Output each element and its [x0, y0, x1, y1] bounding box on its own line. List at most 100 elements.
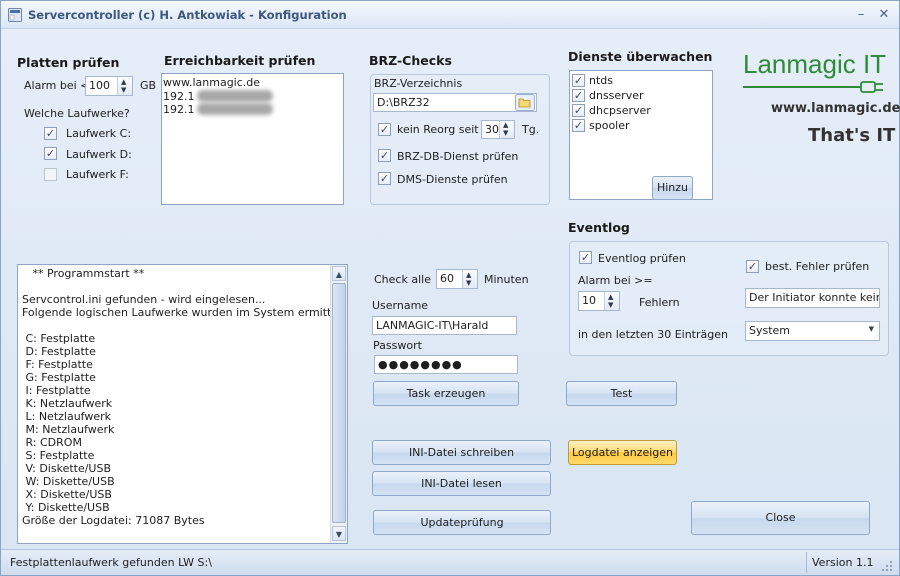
service-checkbox[interactable]: ✓ [572, 104, 585, 117]
write-ini-button[interactable]: INI-Datei schreiben [372, 440, 551, 465]
log-line: C: Festplatte [22, 332, 96, 345]
read-ini-button[interactable]: INI-Datei lesen [372, 471, 551, 496]
drive-d-label: Laufwerk D: [66, 148, 132, 161]
fehler-label: best. Fehler prüfen [765, 260, 870, 273]
event-alarm-label: Alarm bei >= [578, 274, 653, 287]
log-line: Größe der Logdatei: 71087 Bytes [22, 514, 205, 527]
brz-db-checkbox[interactable]: ✓ [378, 149, 391, 162]
brz-heading: BRZ-Checks [369, 53, 452, 68]
close-window-button[interactable]: ✕ [875, 6, 893, 24]
password-field[interactable]: ●●●●●●●● [374, 355, 518, 374]
add-service-button[interactable]: Hinzu [652, 176, 693, 200]
reorg-days-value: 30 [485, 123, 499, 136]
version-text: Version 1.1 [812, 556, 874, 569]
plug-cable-icon [743, 81, 883, 93]
title-bar: Servercontroller (c) H. Antkowiak - Konf… [1, 1, 899, 29]
log-source-select[interactable]: System ▼ [745, 321, 880, 341]
drive-c-checkbox[interactable]: ✓ [44, 127, 57, 140]
fehler-checkbox[interactable]: ✓ [746, 260, 759, 273]
spin-up-icon[interactable]: ▲ [121, 79, 126, 86]
event-alarm-spinner[interactable]: ▲ ▼ [604, 292, 619, 310]
host-item[interactable]: 192.1 [163, 90, 195, 103]
alarm-gb-stepper[interactable]: 100 ▲ ▼ [85, 76, 133, 96]
spin-up-icon[interactable]: ▲ [608, 294, 613, 301]
host-list[interactable]: www.lanmagic.de 192.1 192.1 [161, 73, 344, 205]
resize-grip-icon[interactable] [881, 560, 893, 572]
log-source-value: System [749, 324, 791, 337]
test-button[interactable]: Test [566, 381, 677, 406]
event-last-label: in den letzten 30 Einträgen [578, 328, 728, 341]
scroll-up-icon[interactable]: ▲ [332, 266, 346, 281]
scroll-down-icon[interactable]: ▼ [332, 526, 346, 541]
log-line: X: Diskette/USB [22, 488, 112, 501]
check-label: Check alle [374, 273, 431, 286]
reorg-days-stepper[interactable]: 30 ▲ ▼ [481, 120, 515, 139]
event-alarm-value: 10 [582, 294, 596, 307]
chevron-down-icon[interactable]: ▼ [869, 325, 874, 333]
spin-down-icon[interactable]: ▼ [608, 302, 613, 309]
drive-d-checkbox[interactable]: ✓ [44, 147, 57, 160]
password-value: ●●●●●●●● [378, 358, 463, 371]
username-label: Username [372, 299, 429, 312]
erreichbarkeit-heading: Erreichbarkeit prüfen [164, 53, 316, 68]
brz-dir-value: D:\BRZ32 [377, 96, 430, 109]
service-checkbox[interactable]: ✓ [572, 119, 585, 132]
log-line: L: Netzlaufwerk [22, 410, 112, 423]
check-interval-value: 60 [440, 272, 454, 285]
service-checkbox[interactable]: ✓ [572, 89, 585, 102]
alarm-label: Alarm bei < [24, 79, 90, 92]
spin-up-icon[interactable]: ▲ [503, 122, 508, 129]
log-line: G: Festplatte [22, 371, 96, 384]
redaction-blur [197, 90, 273, 102]
update-check-button[interactable]: Updateprüfung [373, 510, 551, 535]
check-spinner[interactable]: ▲ ▼ [462, 270, 477, 288]
show-logfile-button[interactable]: Logdatei anzeigen [568, 440, 677, 465]
status-text: Festplattenlaufwerk gefunden LW S:\ [10, 556, 212, 569]
create-task-button[interactable]: Task erzeugen [373, 381, 519, 406]
reorg-spinner[interactable]: ▲ ▼ [499, 121, 514, 138]
alarm-gb-spinner[interactable]: ▲ ▼ [117, 77, 132, 95]
eventlog-checkbox[interactable]: ✓ [579, 251, 592, 264]
log-output[interactable]: ** Programmstart ** Servcontrol.ini gefu… [17, 264, 348, 544]
service-item[interactable]: dhcpserver [589, 104, 651, 117]
close-button[interactable]: Close [691, 501, 870, 535]
log-line: Y: Diskette/USB [22, 501, 110, 514]
log-line: D: Festplatte [22, 345, 96, 358]
log-scrollbar[interactable]: ▲ ▼ [330, 265, 347, 543]
spin-down-icon[interactable]: ▼ [503, 130, 508, 137]
event-alarm-stepper[interactable]: 10 ▲ ▼ [578, 291, 620, 311]
username-field[interactable]: LANMAGIC-IT\Harald [372, 316, 517, 335]
reorg-unit: Tg. [522, 123, 540, 136]
platten-heading: Platten prüfen [17, 55, 120, 70]
reorg-checkbox[interactable]: ✓ [378, 123, 391, 136]
minimize-button[interactable]: – [852, 6, 870, 24]
service-item[interactable]: ntds [589, 74, 613, 87]
log-line: Folgende logischen Laufwerke wurden im S… [22, 306, 348, 319]
folder-open-icon[interactable] [515, 94, 535, 111]
spin-down-icon[interactable]: ▼ [466, 280, 471, 287]
host-item[interactable]: www.lanmagic.de [163, 76, 260, 89]
drive-f-checkbox[interactable] [44, 168, 57, 181]
dienste-heading: Dienste überwachen [568, 49, 713, 64]
window-title: Servercontroller (c) H. Antkowiak - Konf… [28, 8, 347, 22]
check-interval-stepper[interactable]: 60 ▲ ▼ [436, 269, 478, 289]
spin-down-icon[interactable]: ▼ [121, 87, 126, 94]
service-checkbox[interactable]: ✓ [572, 74, 585, 87]
main-window: Servercontroller (c) H. Antkowiak - Konf… [0, 0, 900, 576]
password-label: Passwort [373, 339, 422, 352]
fehler-text-field[interactable]: Der Initiator konnte keine iS [745, 288, 880, 308]
log-lines: ** Programmstart ** Servcontrol.ini gefu… [22, 267, 348, 527]
alarm-gb-value: 100 [89, 79, 110, 92]
host-item[interactable]: 192.1 [163, 103, 195, 116]
status-bar: Festplattenlaufwerk gefunden LW S:\ Vers… [1, 549, 899, 575]
status-divider [806, 552, 807, 573]
service-item[interactable]: dnsserver [589, 89, 644, 102]
log-line: R: CDROM [22, 436, 82, 449]
service-item[interactable]: spooler [589, 119, 630, 132]
dms-checkbox[interactable]: ✓ [378, 172, 391, 185]
brz-dir-field[interactable]: D:\BRZ32 [373, 93, 537, 112]
eventlog-heading: Eventlog [568, 220, 630, 235]
spin-up-icon[interactable]: ▲ [466, 272, 471, 279]
scroll-thumb[interactable] [332, 283, 346, 523]
